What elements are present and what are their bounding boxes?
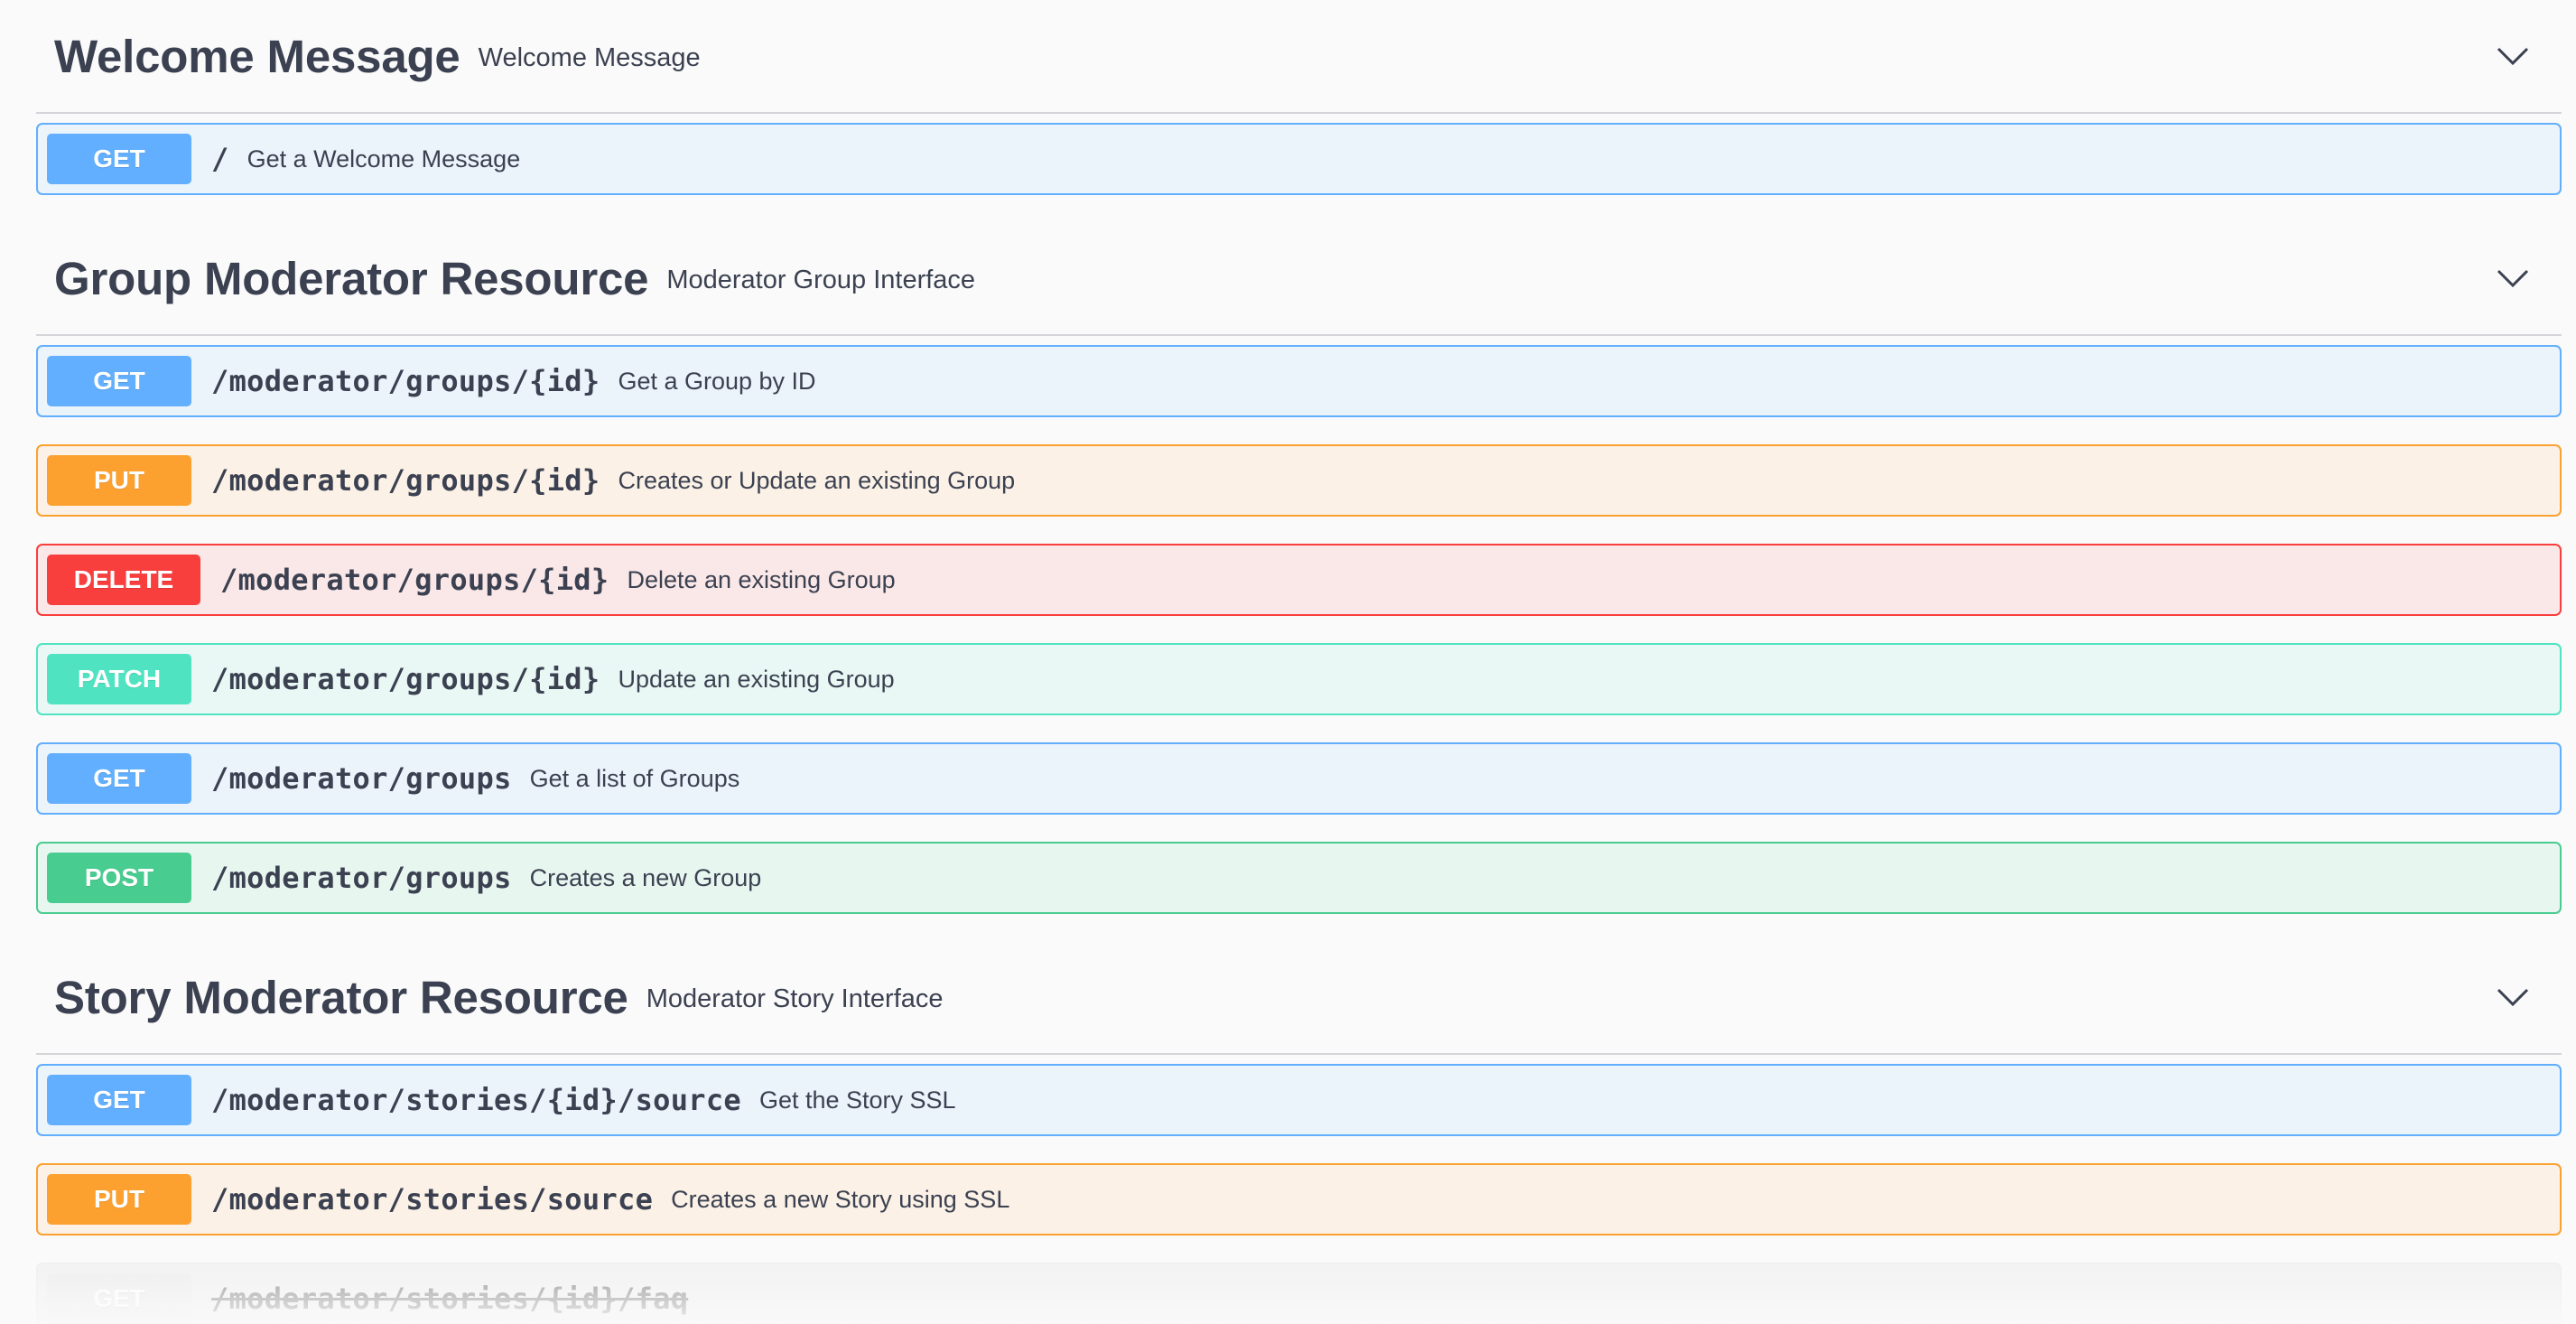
operation-summary: Get a list of Groups — [529, 764, 740, 792]
operation-summary: Get the Story SSL — [758, 1086, 956, 1114]
operation-get-story-source[interactable]: GET /moderator/stories/{id}/source Get t… — [36, 1064, 2562, 1136]
operation-put-group[interactable]: PUT /moderator/groups/{id} Creates or Up… — [36, 444, 2562, 517]
method-badge: POST — [47, 853, 191, 903]
method-badge: PUT — [47, 455, 191, 506]
method-badge: PUT — [47, 1174, 191, 1225]
operations-list: Welcome Message Welcome Message GET / Ge… — [36, 0, 2562, 1324]
section-story-moderator-resource: Story Moderator Resource Moderator Story… — [36, 941, 2562, 1324]
operation-delete-group[interactable]: DELETE /moderator/groups/{id} Delete an … — [36, 544, 2562, 616]
operation-summary: Get a Group by ID — [618, 367, 816, 395]
operation-get-groups[interactable]: GET /moderator/groups Get a list of Grou… — [36, 742, 2562, 815]
operation-summary: Update an existing Group — [618, 665, 895, 693]
section-title: Welcome Message — [54, 30, 460, 82]
section-title: Group Moderator Resource — [54, 252, 649, 304]
method-badge: DELETE — [47, 555, 200, 605]
operation-summary: Delete an existing Group — [627, 565, 896, 593]
section-header[interactable]: Group Moderator Resource Moderator Group… — [36, 222, 2562, 336]
operation-get-story-faq-deprecated[interactable]: GET /moderator/stories/{id}/faq — [36, 1263, 2562, 1324]
section-header[interactable]: Story Moderator Resource Moderator Story… — [36, 941, 2562, 1055]
section-group-moderator-resource: Group Moderator Resource Moderator Group… — [36, 222, 2562, 914]
operation-path: /moderator/groups/{id} — [211, 662, 600, 696]
operation-get-group-by-id[interactable]: GET /moderator/groups/{id} Get a Group b… — [36, 345, 2562, 417]
operation-summary: Get a Welcome Message — [246, 145, 521, 172]
chevron-down-icon[interactable] — [2493, 977, 2533, 1017]
operation-patch-group[interactable]: PATCH /moderator/groups/{id} Update an e… — [36, 643, 2562, 715]
operation-path: /moderator/groups — [211, 761, 512, 796]
section-welcome-message: Welcome Message Welcome Message GET / Ge… — [36, 0, 2562, 195]
method-badge: GET — [47, 753, 191, 804]
operation-path: / — [211, 142, 229, 176]
method-badge: GET — [47, 1273, 191, 1324]
section-header[interactable]: Welcome Message Welcome Message — [36, 0, 2562, 114]
method-badge: GET — [47, 1075, 191, 1125]
operation-path: /moderator/stories/source — [211, 1182, 654, 1217]
operation-summary: Creates a new Story using SSL — [671, 1185, 1010, 1213]
operation-path: /moderator/stories/{id}/faq — [211, 1282, 689, 1316]
section-description: Welcome Message — [478, 42, 701, 72]
operation-path: /moderator/groups — [211, 861, 512, 895]
method-badge: PATCH — [47, 654, 191, 704]
method-badge: GET — [47, 356, 191, 406]
section-description: Moderator Group Interface — [666, 265, 976, 294]
method-badge: GET — [47, 134, 191, 184]
section-title: Story Moderator Resource — [54, 971, 628, 1023]
operation-post-group[interactable]: POST /moderator/groups Creates a new Gro… — [36, 842, 2562, 914]
operation-put-story-source[interactable]: PUT /moderator/stories/source Creates a … — [36, 1163, 2562, 1235]
operation-path: /moderator/groups/{id} — [220, 563, 609, 597]
chevron-down-icon[interactable] — [2493, 258, 2533, 298]
operation-path: /moderator/groups/{id} — [211, 463, 600, 498]
operation-path: /moderator/stories/{id}/source — [211, 1083, 741, 1117]
operation-summary: Creates or Update an existing Group — [618, 466, 1016, 494]
chevron-down-icon[interactable] — [2493, 36, 2533, 76]
operation-path: /moderator/groups/{id} — [211, 364, 600, 398]
operation-summary: Creates a new Group — [529, 863, 762, 891]
section-description: Moderator Story Interface — [646, 984, 944, 1013]
operation-get-root[interactable]: GET / Get a Welcome Message — [36, 123, 2562, 195]
